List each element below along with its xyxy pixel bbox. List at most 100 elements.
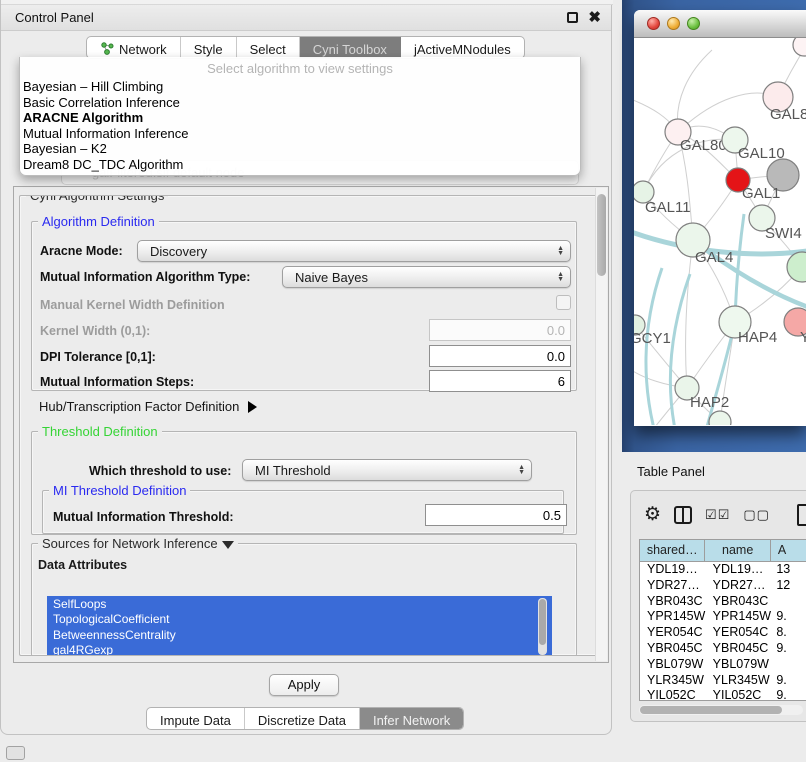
expand-arrow-icon[interactable] — [248, 401, 257, 413]
gear-icon[interactable]: ⚙ — [644, 505, 661, 524]
dropdown-item-bayesian-hill-climbing[interactable]: Bayesian – Hill Climbing — [20, 79, 580, 95]
node-label-gal8: GAL8 — [770, 106, 806, 123]
table-row[interactable]: YDR27…YDR27…12 — [640, 578, 806, 594]
mi-steps-label: Mutual Information Steps: — [40, 375, 194, 389]
table-row[interactable]: YER054CYER054C8. — [640, 625, 806, 641]
tab-cyni-toolbox[interactable]: Cyni Toolbox — [300, 37, 401, 58]
network-node[interactable] — [787, 252, 806, 282]
network-canvas[interactable]: GAL8GAL80GAL10GAL1GAL11SWI4GAL4GCY1HAP4Y… — [634, 38, 806, 425]
table-row[interactable]: YIL052CYIL052C9. — [640, 688, 806, 701]
tab-discretize-data[interactable]: Discretize Data — [245, 708, 360, 729]
attribute-item-gal4rgexp[interactable]: gal4RGexp — [53, 643, 552, 656]
close-icon[interactable]: ✖ — [588, 12, 601, 23]
tab-network[interactable]: Network — [87, 37, 181, 58]
attribute-item-selfloops[interactable]: SelfLoops — [53, 597, 552, 612]
attribute-item-topologicalcoefficient[interactable]: TopologicalCoefficient — [53, 612, 552, 627]
stepper-arrows-icon: ▲▼ — [557, 272, 564, 282]
data-attributes-list[interactable]: SelfLoopsTopologicalCoefficientBetweenne… — [47, 596, 552, 656]
kernel-width-input — [429, 319, 571, 341]
network-window-titlebar[interactable] — [634, 10, 806, 38]
table-row[interactable]: YBR043CYBR043C — [640, 594, 806, 610]
mi-algorithm-type-combo[interactable]: Naive Bayes ▲▼ — [282, 266, 571, 288]
which-threshold-label: Which threshold to use: — [89, 464, 231, 478]
which-threshold-combo[interactable]: MI Threshold ▲▼ — [242, 459, 532, 481]
table-panel-titlebar[interactable]: Table Panel — [622, 452, 806, 488]
column-header-shared[interactable]: shared… — [640, 540, 705, 561]
control-panel-titlebar[interactable]: Control Panel ✖ — [1, 5, 611, 31]
tab-jactivemnodules[interactable]: jActiveMNodules — [401, 37, 524, 58]
tab-label: jActiveMNodules — [414, 42, 511, 57]
close-light-icon[interactable] — [647, 17, 660, 30]
dropdown-item-basic-correlation-inference[interactable]: Basic Correlation Inference — [20, 95, 580, 111]
group-title: Threshold Definition — [38, 424, 162, 439]
settings-scrollbar[interactable] — [595, 188, 607, 661]
mi-steps-input[interactable] — [429, 370, 571, 392]
sources-title[interactable]: Sources for Network Inference — [38, 536, 238, 551]
hub-definition-label: Hub/Transcription Factor Definition — [39, 399, 239, 414]
table-cell: YDL19… — [640, 562, 706, 578]
table-cell: YDR27… — [706, 578, 772, 594]
tab-label: Cyni Toolbox — [313, 42, 387, 57]
hub-definition-expander[interactable]: Hub/Transcription Factor Definition — [39, 399, 257, 414]
table-cell: YIL052C — [640, 688, 706, 701]
combo-value: Discovery — [150, 244, 207, 259]
tab-label: Style — [194, 42, 223, 57]
dropdown-item-aracne-algorithm[interactable]: ARACNE Algorithm — [20, 110, 580, 126]
document-icon[interactable] — [797, 504, 806, 526]
table-cell: YPR145W — [706, 609, 772, 625]
dpi-tolerance-input[interactable] — [429, 345, 571, 367]
mi-threshold-input[interactable] — [425, 504, 567, 526]
table-cell: 9. — [771, 609, 806, 625]
network-desktop: GAL8GAL80GAL10GAL1GAL11SWI4GAL4GCY1HAP4Y… — [622, 0, 806, 452]
control-panel-window: Control Panel ✖ Network Style Select Cyni T… — [0, 0, 612, 735]
combo-value: MI Threshold — [255, 463, 331, 478]
collapse-arrow-icon[interactable] — [222, 541, 234, 549]
minimize-light-icon[interactable] — [667, 17, 680, 30]
table-cell: YER054C — [706, 625, 772, 641]
dropdown-item-bayesian-k2[interactable]: Bayesian – K2 — [20, 141, 580, 157]
tab-infer-network[interactable]: Infer Network — [360, 708, 463, 729]
collapsed-panel-icon[interactable] — [6, 746, 25, 760]
node-label-hap4: HAP4 — [738, 329, 777, 346]
table-row[interactable]: YBR045CYBR045C9. — [640, 641, 806, 657]
table-horizontal-scrollbar[interactable] — [639, 705, 803, 715]
table-cell: YER054C — [640, 625, 706, 641]
zoom-light-icon[interactable] — [687, 17, 700, 30]
attributes-scrollbar[interactable] — [538, 598, 547, 655]
mi-threshold-label: Mutual Information Threshold: — [53, 510, 234, 524]
table-cell: 12 — [771, 578, 806, 594]
apply-button[interactable]: Apply — [269, 674, 339, 696]
node-label-gal4: GAL4 — [695, 249, 733, 266]
table-cell: 8. — [771, 625, 806, 641]
tab-label: Select — [250, 42, 286, 57]
table-cell: YBL079W — [706, 657, 772, 673]
dropdown-item-dream8-dc-tdc-algorithm[interactable]: Dream8 DC_TDC Algorithm — [20, 157, 580, 173]
table-cell: YIL052C — [706, 688, 772, 701]
table-cell: YBR045C — [640, 641, 706, 657]
tab-style[interactable]: Style — [181, 37, 237, 58]
float-window-icon[interactable] — [567, 12, 578, 23]
table-row[interactable]: YPR145WYPR145W9. — [640, 609, 806, 625]
table-row[interactable]: YDL19…YDL19…13 — [640, 562, 806, 578]
network-view-window[interactable]: GAL8GAL80GAL10GAL1GAL11SWI4GAL4GCY1HAP4Y… — [634, 10, 806, 426]
network-node[interactable] — [793, 38, 806, 56]
checked-pair-icon[interactable]: ☑☑ — [705, 507, 730, 523]
cyni-algorithm-settings-group: Cyni Algorithm Settings Algorithm Defini… — [19, 195, 597, 656]
table-cell: YDR27… — [640, 578, 706, 594]
sources-group: Sources for Network Inference Data Attri… — [31, 543, 577, 656]
table-cell: YDL19… — [706, 562, 772, 578]
table-row[interactable]: YBL079WYBL079W — [640, 657, 806, 673]
column-header-a[interactable]: A — [771, 540, 806, 561]
unchecked-pair-icon[interactable]: ▢▢ — [743, 507, 770, 523]
tab-impute-data[interactable]: Impute Data — [147, 708, 245, 729]
table-row[interactable]: YLR345WYLR345W9. — [640, 673, 806, 689]
dropdown-item-mutual-information-inference[interactable]: Mutual Information Inference — [20, 126, 580, 142]
column-header-name[interactable]: name — [705, 540, 770, 561]
stepper-arrows-icon: ▲▼ — [518, 465, 525, 475]
attribute-item-betweennesscentrality[interactable]: BetweennessCentrality — [53, 628, 552, 643]
table-cell: YPR145W — [640, 609, 706, 625]
tab-select[interactable]: Select — [237, 37, 300, 58]
aracne-mode-combo[interactable]: Discovery ▲▼ — [137, 240, 571, 262]
columns-icon[interactable] — [674, 506, 692, 524]
panel-title: Control Panel — [15, 10, 94, 25]
